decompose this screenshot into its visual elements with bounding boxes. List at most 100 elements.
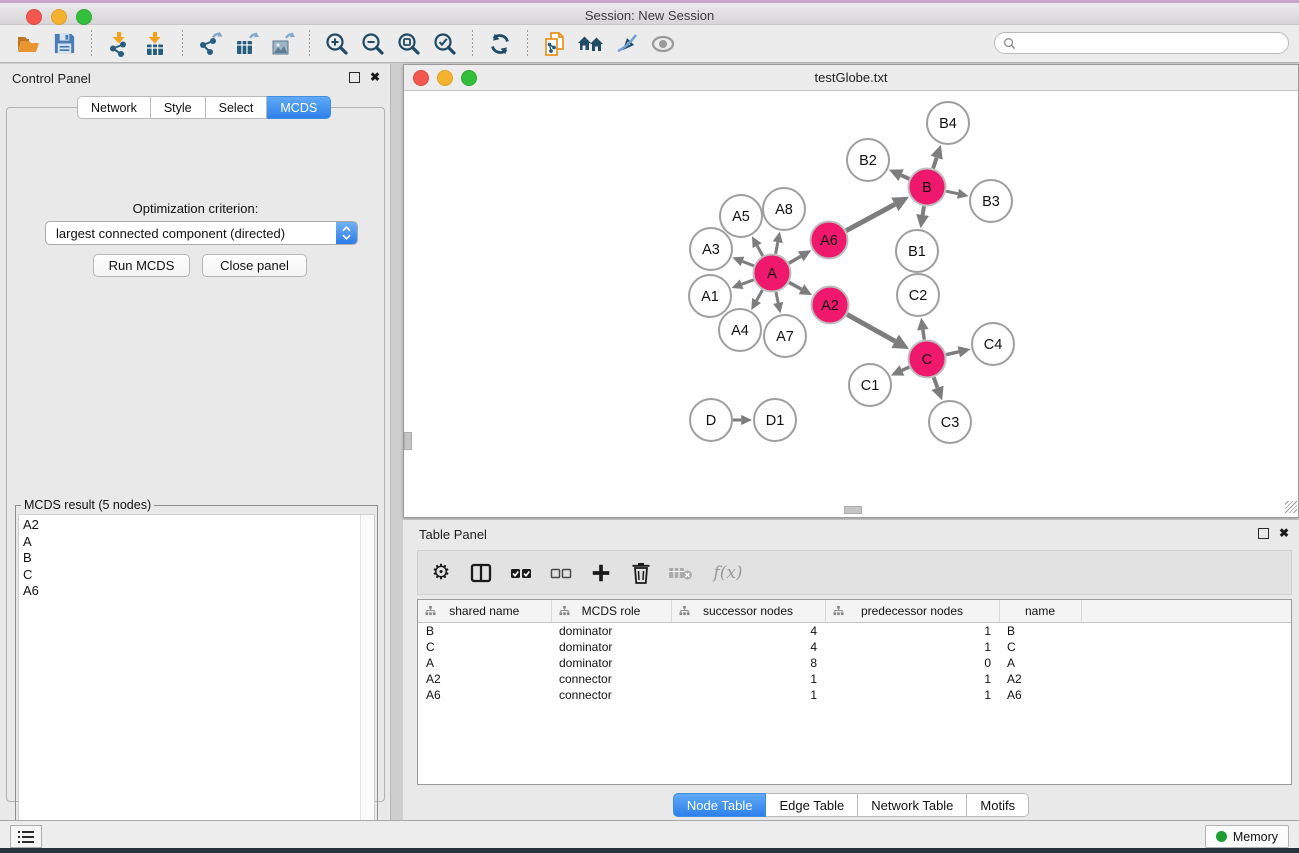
graph-edge-A2-C[interactable] <box>847 314 909 349</box>
graph-node-C4[interactable]: C4 <box>972 323 1014 365</box>
column-header-successor-nodes[interactable]: successor nodes <box>671 600 825 623</box>
apply-function-button[interactable]: f(x) <box>708 560 748 586</box>
zoom-in-button[interactable] <box>319 28 355 60</box>
tab-motifs[interactable]: Motifs <box>967 793 1029 817</box>
graph-node-C3[interactable]: C3 <box>929 401 971 443</box>
window-resize-grip[interactable] <box>1285 501 1297 513</box>
network-browser-button[interactable] <box>573 28 609 60</box>
close-table-panel-icon[interactable]: ✖ <box>1279 527 1289 539</box>
float-table-panel-icon[interactable] <box>1258 528 1269 539</box>
mcds-result-item[interactable]: C <box>23 567 358 584</box>
graph-node-A4[interactable]: A4 <box>719 309 761 351</box>
export-network-button[interactable] <box>192 28 228 60</box>
graph-edge-A-A8[interactable] <box>773 232 783 254</box>
table-settings-button[interactable]: ⚙ <box>428 560 454 586</box>
column-header-mcds-role[interactable]: MCDS role <box>551 600 671 623</box>
zoom-fit-button[interactable] <box>391 28 427 60</box>
graph-node-B2[interactable]: B2 <box>847 139 889 181</box>
delete-table-button[interactable] <box>668 560 694 586</box>
graph-edge-A-A7[interactable] <box>773 292 783 313</box>
table-row[interactable]: A6connector11A6 <box>418 687 1291 703</box>
import-network-button[interactable] <box>101 28 137 60</box>
zoom-out-button[interactable] <box>355 28 391 60</box>
run-mcds-button[interactable]: Run MCDS <box>93 254 190 277</box>
tab-select[interactable]: Select <box>206 96 268 119</box>
network-canvas[interactable]: B4B2BB3A8A5A6A3B1AA1C2A2A4A7C4CC1C3DD1 <box>404 91 1298 514</box>
graph-node-A7[interactable]: A7 <box>764 315 806 357</box>
canvas-horizontal-scrollbar[interactable] <box>844 506 862 514</box>
graph-edge-C-C2[interactable] <box>917 318 928 340</box>
column-header-shared-name[interactable]: shared name <box>418 600 551 623</box>
tab-network[interactable]: Network <box>77 96 151 119</box>
graph-node-A[interactable]: A <box>754 255 791 292</box>
mcds-result-item[interactable]: A <box>23 534 358 551</box>
float-panel-icon[interactable] <box>349 72 360 83</box>
memory-button[interactable]: Memory <box>1205 825 1289 848</box>
network-window-titlebar[interactable]: testGlobe.txt <box>404 65 1298 91</box>
search-input[interactable] <box>1021 35 1288 51</box>
graph-edge-A-A5[interactable] <box>752 236 763 256</box>
column-header-name[interactable]: name <box>999 600 1081 623</box>
graph-edge-A-A1[interactable] <box>732 279 754 289</box>
show-columns-button[interactable] <box>468 560 494 586</box>
canvas-vertical-scrollbar[interactable] <box>404 432 412 450</box>
mcds-result-item[interactable]: B <box>23 550 358 567</box>
table-row[interactable]: Adominator80A <box>418 655 1291 671</box>
graph-edge-B-B3[interactable] <box>946 189 968 199</box>
graph-node-C[interactable]: C <box>909 341 946 378</box>
export-table-button[interactable] <box>228 28 264 60</box>
graph-node-C2[interactable]: C2 <box>897 274 939 316</box>
show-log-button[interactable] <box>10 825 42 848</box>
graph-node-A6[interactable]: A6 <box>811 222 848 259</box>
graph-node-A2[interactable]: A2 <box>812 287 849 324</box>
table-row[interactable]: A2connector11A2 <box>418 671 1291 687</box>
graph-node-B3[interactable]: B3 <box>970 180 1012 222</box>
table-row[interactable]: Bdominator41B <box>418 623 1291 640</box>
graph-edge-A6-B[interactable] <box>846 197 909 231</box>
mcds-list-scrollbar[interactable] <box>360 515 374 830</box>
graph-edge-C-C1[interactable] <box>891 365 909 375</box>
table-row[interactable]: Cdominator41C <box>418 639 1291 655</box>
graph-node-B[interactable]: B <box>909 169 946 206</box>
graph-edge-B-B4[interactable] <box>931 145 943 169</box>
unselect-all-columns-button[interactable] <box>548 560 574 586</box>
show-graphics-details-button[interactable] <box>645 28 681 60</box>
export-image-button[interactable] <box>264 28 300 60</box>
graph-edge-A-A4[interactable] <box>751 290 762 310</box>
zoom-selected-button[interactable] <box>427 28 463 60</box>
tab-style[interactable]: Style <box>151 96 206 119</box>
graph-edge-A-A6[interactable] <box>789 250 811 263</box>
search-field[interactable] <box>994 32 1289 54</box>
criterion-dropdown[interactable]: largest connected component (directed) <box>45 221 358 245</box>
tab-mcds[interactable]: MCDS <box>267 96 331 119</box>
tab-node-table[interactable]: Node Table <box>673 793 767 817</box>
close-panel-button[interactable]: Close panel <box>202 254 307 277</box>
mcds-result-item[interactable]: A6 <box>23 583 358 600</box>
open-session-button[interactable] <box>10 28 46 60</box>
graph-node-A5[interactable]: A5 <box>720 195 762 237</box>
tab-network-table[interactable]: Network Table <box>858 793 967 817</box>
column-header-predecessor-nodes[interactable]: predecessor nodes <box>825 600 999 623</box>
tab-edge-table[interactable]: Edge Table <box>766 793 858 817</box>
graph-node-D1[interactable]: D1 <box>754 399 796 441</box>
hide-graphics-details-button[interactable] <box>609 28 645 60</box>
import-table-button[interactable] <box>137 28 173 60</box>
close-panel-icon[interactable]: ✖ <box>370 71 380 83</box>
graph-edge-A-A3[interactable] <box>732 257 753 266</box>
graph-node-A1[interactable]: A1 <box>689 275 731 317</box>
new-network-from-selection-button[interactable] <box>537 28 573 60</box>
graph-node-B4[interactable]: B4 <box>927 102 969 144</box>
delete-column-button[interactable] <box>628 560 654 586</box>
create-column-button[interactable] <box>588 560 614 586</box>
save-session-button[interactable] <box>46 28 82 60</box>
graph-edge-B-B2[interactable] <box>889 169 909 181</box>
graph-edge-A-A2[interactable] <box>789 282 812 295</box>
graph-node-D[interactable]: D <box>690 399 732 441</box>
apply-layout-button[interactable] <box>482 28 518 60</box>
select-all-columns-button[interactable] <box>508 560 534 586</box>
graph-edge-C-C3[interactable] <box>932 377 944 400</box>
graph-edge-C-C4[interactable] <box>946 346 971 357</box>
graph-node-A8[interactable]: A8 <box>763 188 805 230</box>
mcds-result-item[interactable]: A2 <box>23 517 358 534</box>
graph-node-B1[interactable]: B1 <box>896 230 938 272</box>
